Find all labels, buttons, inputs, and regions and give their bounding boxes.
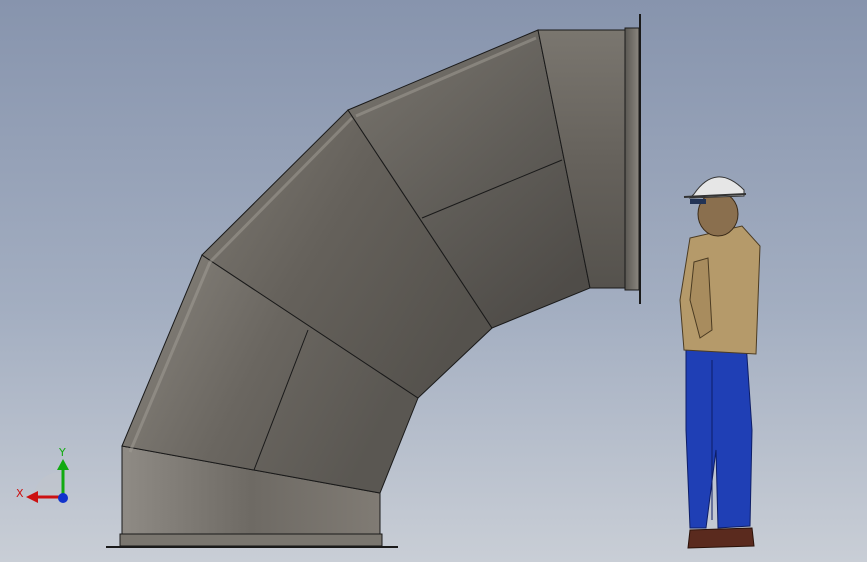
human-scale-figure[interactable] — [679, 176, 761, 549]
triad-x-arrow-icon — [26, 491, 38, 503]
triad-z-axis-icon — [58, 493, 68, 503]
orientation-triad: Y X — [16, 446, 69, 503]
figure-head — [697, 191, 739, 237]
figure-legs — [685, 339, 753, 529]
safety-glasses-icon — [690, 199, 706, 204]
triad-y-label: Y — [58, 446, 66, 459]
cad-scene[interactable]: Y X — [0, 0, 867, 562]
3d-viewport[interactable]: Y X — [0, 0, 867, 562]
triad-x-label: X — [16, 487, 24, 500]
elbow-duct[interactable] — [106, 14, 641, 548]
triad-y-arrow-icon — [57, 459, 69, 470]
duct-flange-top[interactable] — [624, 27, 640, 291]
duct-flange-bottom[interactable] — [119, 533, 383, 547]
figure-shoes — [687, 527, 755, 549]
